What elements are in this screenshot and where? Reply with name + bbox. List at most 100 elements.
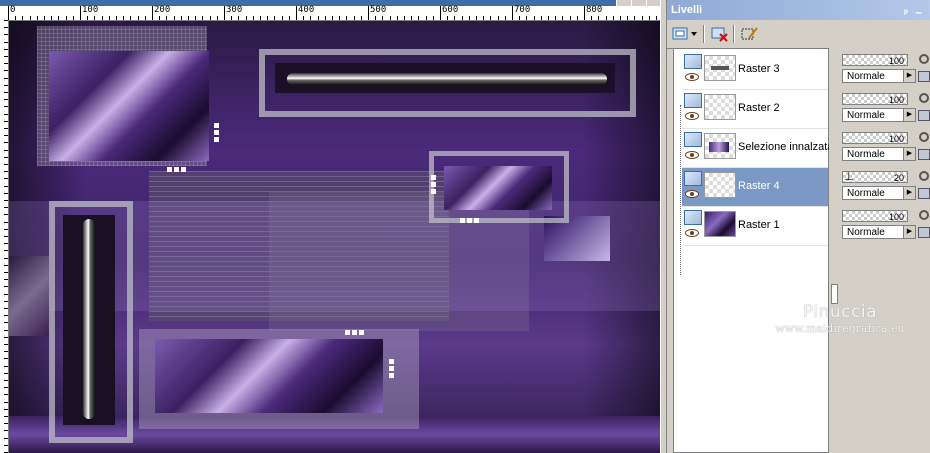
ruler-tick xyxy=(4,380,8,381)
horizontal-ruler[interactable]: 0 100 200 300 400 500 600 700 800 xyxy=(0,6,660,21)
ruler-tick xyxy=(4,34,8,35)
ruler-tick xyxy=(562,16,563,20)
ruler-tick xyxy=(296,16,297,20)
ruler-tick xyxy=(4,330,8,331)
ruler-tick xyxy=(51,16,52,20)
vertical-tube xyxy=(83,219,95,419)
panel-splitter[interactable] xyxy=(660,0,667,453)
ruler-tick xyxy=(4,258,8,259)
blend-mode-select[interactable]: Normale ▶ xyxy=(842,69,916,83)
link-icon[interactable] xyxy=(919,54,929,64)
ruler-label: 200 xyxy=(154,5,171,15)
canvas-area[interactable]: 0 100 200 300 400 500 600 700 800 xyxy=(0,0,660,453)
layers-palette: Livelli ᵖ – Raster 3 Raster 2 Selezione … xyxy=(667,0,930,453)
eye-icon[interactable] xyxy=(685,151,699,159)
ruler-tick xyxy=(4,373,8,374)
ruler-tick xyxy=(87,16,88,20)
layer-thumbnail xyxy=(704,211,736,237)
layer-row-raster-1[interactable]: Raster 1 xyxy=(682,207,828,246)
layer-row-selezione-innalzata[interactable]: Selezione innalzata xyxy=(682,129,833,168)
dropdown-arrow-icon[interactable]: ▶ xyxy=(903,148,915,160)
photo-mid-right xyxy=(444,166,552,210)
ruler-tick xyxy=(656,16,657,20)
vertical-ruler[interactable] xyxy=(0,20,9,453)
ruler-tick xyxy=(483,16,484,20)
ruler-label: 800 xyxy=(586,5,603,15)
opacity-slider[interactable]: 100 xyxy=(842,93,908,105)
palette-title-bar[interactable]: Livelli ᵖ – xyxy=(667,0,930,20)
new-layer-button[interactable] xyxy=(671,24,699,44)
delete-layer-button[interactable] xyxy=(709,24,731,44)
dot-marker xyxy=(214,123,219,142)
ruler-tick xyxy=(642,16,643,20)
blend-mode-select[interactable]: Normale ▶ xyxy=(842,147,916,161)
eye-icon[interactable] xyxy=(685,73,699,81)
ruler-tick xyxy=(4,99,8,100)
ruler-tick xyxy=(253,16,254,20)
link-icon[interactable] xyxy=(919,171,929,181)
ruler-tick xyxy=(361,16,362,20)
opacity-slider[interactable]: 100 xyxy=(842,210,908,222)
ruler-tick xyxy=(404,16,405,20)
blend-mode-select[interactable]: Normale ▶ xyxy=(842,225,916,239)
link-icon[interactable] xyxy=(919,93,929,103)
panel-divider[interactable] xyxy=(829,48,839,453)
ruler-tick xyxy=(210,16,211,20)
layer-row-raster-2[interactable]: Raster 2 xyxy=(682,90,828,129)
ruler-tick xyxy=(332,16,333,20)
image-canvas[interactable] xyxy=(9,21,660,453)
ruler-tick xyxy=(174,16,175,20)
edge-photo xyxy=(9,256,49,336)
blend-mode-select[interactable]: Normale ▶ xyxy=(842,186,916,200)
layer-icons xyxy=(684,54,702,86)
edit-selection-button[interactable] xyxy=(739,24,761,44)
layer-props-raster-2: 100 Normale ▶ xyxy=(842,89,930,127)
ruler-label: 0 xyxy=(10,5,16,15)
divider-grip[interactable] xyxy=(831,284,838,304)
eye-icon[interactable] xyxy=(685,190,699,198)
dot-marker xyxy=(431,175,436,194)
ruler-tick xyxy=(4,70,8,71)
lock-icon[interactable] xyxy=(918,149,930,160)
lock-icon[interactable] xyxy=(918,110,930,121)
dropdown-arrow-icon[interactable]: ▶ xyxy=(903,109,915,121)
dropdown-arrow-icon[interactable]: ▶ xyxy=(903,226,915,238)
ruler-tick xyxy=(4,294,8,295)
lock-icon[interactable] xyxy=(918,188,930,199)
eye-icon[interactable] xyxy=(685,112,699,120)
ruler-tick xyxy=(4,243,8,244)
dropdown-arrow-icon[interactable]: ▶ xyxy=(903,70,915,82)
ruler-tick xyxy=(418,16,419,20)
layer-row-raster-4[interactable]: Raster 4 xyxy=(682,168,828,207)
opacity-slider[interactable]: 100 xyxy=(842,54,908,66)
minimize-icon[interactable]: – xyxy=(915,2,922,22)
layer-row-raster-3[interactable]: Raster 3 xyxy=(682,51,828,90)
blend-mode-select[interactable]: Normale ▶ xyxy=(842,108,916,122)
layer-list[interactable]: Raster 3 Raster 2 Selezione innalzata Ra… xyxy=(673,48,833,453)
ruler-tick xyxy=(145,16,146,20)
lock-icon[interactable] xyxy=(918,71,930,82)
eye-icon[interactable] xyxy=(685,229,699,237)
ruler-tick xyxy=(462,16,463,20)
dot-marker xyxy=(460,218,479,223)
ruler-tick xyxy=(454,16,455,20)
layer-icons xyxy=(684,210,702,242)
ruler-tick xyxy=(577,16,578,20)
ruler-tick xyxy=(4,366,8,367)
link-icon[interactable] xyxy=(919,132,929,142)
layer-props-selezione-innalzata: 100 Normale ▶ xyxy=(842,128,930,166)
opacity-slider[interactable]: 100 xyxy=(842,132,908,144)
layer-type-icon xyxy=(684,54,702,69)
dropdown-arrow-icon[interactable]: ▶ xyxy=(903,187,915,199)
lock-icon[interactable] xyxy=(918,227,930,238)
ruler-tick xyxy=(4,92,8,93)
ruler-tick xyxy=(102,16,103,20)
layer-props-raster-3: 100 Normale ▶ xyxy=(842,50,930,88)
link-icon[interactable] xyxy=(919,210,929,220)
layer-icons xyxy=(684,93,702,125)
ruler-tick xyxy=(22,16,23,20)
ruler-tick xyxy=(58,16,59,20)
ruler-label: 400 xyxy=(298,5,315,15)
ruler-tick xyxy=(4,416,8,417)
ruler-tick xyxy=(548,16,549,20)
